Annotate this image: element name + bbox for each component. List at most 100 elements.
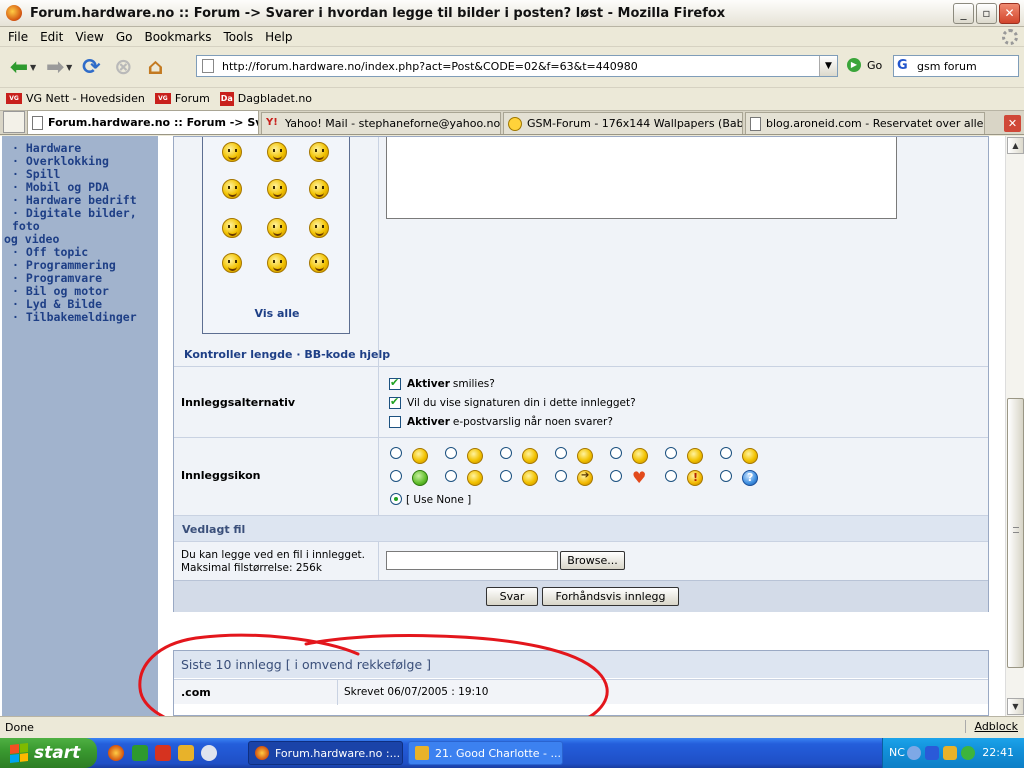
vis-alle-link[interactable]: Vis alle — [203, 307, 351, 320]
post-icon-radio[interactable] — [555, 470, 567, 482]
smiley-wink-icon[interactable] — [222, 179, 242, 199]
post-icon-radio[interactable] — [500, 470, 512, 482]
table-row: .com Skrevet 06/07/2005 : 19:10 — [174, 679, 988, 705]
menu-view[interactable]: View — [75, 30, 103, 44]
smiley-smile-icon[interactable] — [309, 253, 329, 273]
go-button[interactable]: ▶ Go — [847, 58, 882, 72]
post-textarea[interactable] — [386, 137, 897, 219]
security-icon[interactable] — [961, 746, 975, 760]
url-history-dropdown-icon[interactable]: ▼ — [819, 56, 837, 76]
post-icon-radio[interactable] — [720, 470, 732, 482]
post-icon-radio[interactable] — [445, 470, 457, 482]
submit-reply-button[interactable]: Svar — [486, 587, 538, 606]
post-icon-radio[interactable] — [665, 470, 677, 482]
menu-edit[interactable]: Edit — [40, 30, 63, 44]
post-icon-question — [742, 470, 758, 486]
firefox-quicklaunch-icon[interactable] — [108, 745, 124, 761]
post-icon-radio[interactable] — [665, 447, 677, 459]
messenger-icon[interactable] — [943, 746, 957, 760]
menu-file[interactable]: File — [8, 30, 28, 44]
smiley-angel-icon[interactable] — [222, 142, 242, 162]
smiley-confused-icon[interactable] — [267, 142, 287, 162]
post-icon-radio[interactable] — [610, 470, 622, 482]
forward-dropdown-icon[interactable]: ▼ — [66, 63, 72, 72]
scroll-up-arrow-icon[interactable]: ▲ — [1007, 137, 1024, 154]
post-icon-cool — [522, 470, 538, 486]
maximize-button[interactable]: ▫ — [976, 3, 997, 24]
sidebar-link-tilbakemeldinger[interactable]: · Tilbakemeldinger — [12, 311, 158, 324]
option-email-notify[interactable]: Aktiver e-postvarslig når noen svarer? — [389, 416, 613, 428]
controls-links[interactable]: Kontroller lengde · BB-kode hjelp — [184, 348, 390, 361]
menu-go[interactable]: Go — [116, 30, 133, 44]
smiley-tongue-icon[interactable] — [222, 218, 242, 238]
tab-gsm-forum[interactable]: GSM-Forum - 176x144 Wallpapers (Babes) — [503, 112, 743, 134]
smiley-laugh-icon[interactable] — [309, 179, 329, 199]
post-icon-radio[interactable] — [720, 447, 732, 459]
tab-forum-hardware[interactable]: Forum.hardware.no :: Forum -> Sva... — [27, 110, 259, 134]
menu-tools[interactable]: Tools — [224, 30, 254, 44]
email-notify-checkbox[interactable] — [389, 416, 401, 428]
browse-button[interactable]: Browse... — [560, 551, 625, 570]
smiley-sleepy-icon[interactable] — [222, 253, 242, 273]
adblock-link[interactable]: Adblock — [965, 720, 1018, 733]
menu-bookmarks[interactable]: Bookmarks — [144, 30, 211, 44]
new-tab-icon[interactable] — [3, 111, 25, 133]
app-quicklaunch-icon[interactable] — [155, 745, 171, 761]
bookmark-dagbladet[interactable]: Da Dagbladet.no — [219, 91, 312, 106]
file-path-input[interactable] — [386, 551, 558, 570]
taskbar-winamp-window[interactable]: 21. Good Charlotte - ... — [408, 741, 563, 765]
tray-expand-icon[interactable] — [907, 746, 921, 760]
scrollbar-thumb[interactable] — [1007, 398, 1024, 668]
windows-logo-icon — [10, 743, 28, 763]
smiley-surprised-icon[interactable] — [267, 253, 287, 273]
minimize-button[interactable]: _ — [953, 3, 974, 24]
post-icon-radio[interactable] — [500, 447, 512, 459]
post-icon-radio[interactable] — [555, 447, 567, 459]
tab-yahoo-mail[interactable]: Y! Yahoo! Mail - stephaneforne@yahoo.no — [261, 112, 501, 134]
use-none-radio[interactable] — [390, 493, 402, 505]
url-bar[interactable]: http://forum.hardware.no/index.php?act=P… — [196, 55, 838, 77]
taskbar-firefox-window[interactable]: Forum.hardware.no :... — [248, 741, 403, 765]
post-author[interactable]: .com — [181, 686, 211, 699]
smiley-cheer-icon[interactable] — [267, 179, 287, 199]
tab-blog-aroneid[interactable]: blog.aroneid.com - Reservatet over alle … — [745, 112, 985, 134]
smiley-unsure-icon[interactable] — [267, 218, 287, 238]
reload-icon[interactable]: ⟳ — [78, 54, 104, 80]
back-arrow-icon[interactable]: ⬅ — [6, 54, 32, 80]
network-icon[interactable] — [925, 746, 939, 760]
post-icon-radio[interactable] — [390, 470, 402, 482]
scroll-down-arrow-icon[interactable]: ▼ — [1007, 698, 1024, 715]
media-player-quicklaunch-icon[interactable] — [201, 745, 217, 761]
bookmark-vg-nett[interactable]: VG VG Nett - Hovedsiden — [6, 92, 145, 105]
option-enable-smilies[interactable]: Aktiver smilies? — [389, 376, 495, 390]
home-icon[interactable]: ⌂ — [142, 54, 168, 80]
option-show-signature[interactable]: Vil du vise signaturen din i dette innle… — [389, 395, 636, 409]
start-button[interactable]: start — [0, 738, 97, 768]
smiley-thinking-icon[interactable] — [309, 218, 329, 238]
smilies-checkbox[interactable] — [389, 376, 401, 390]
vertical-scrollbar[interactable]: ▲ ▼ — [1005, 136, 1024, 716]
menu-help[interactable]: Help — [265, 30, 292, 44]
post-icon-radio[interactable] — [390, 447, 402, 459]
post-icon-exclamation — [687, 470, 703, 486]
post-icon-radio[interactable] — [610, 447, 622, 459]
google-icon[interactable]: G — [897, 58, 913, 74]
bookmark-forum[interactable]: VG Forum — [154, 92, 210, 105]
url-text[interactable]: http://forum.hardware.no/index.php?act=P… — [222, 60, 638, 73]
back-dropdown-icon[interactable]: ▼ — [30, 63, 36, 72]
close-button[interactable]: ✕ — [999, 3, 1020, 24]
main-content: Vis alle Kontroller lengde · BB-kode hje… — [172, 136, 990, 716]
smiley-thumbsup-icon[interactable] — [309, 142, 329, 162]
calculator-quicklaunch-icon[interactable] — [132, 745, 148, 761]
signature-checkbox[interactable] — [389, 395, 401, 409]
preview-post-button[interactable]: Forhåndsvis innlegg — [542, 587, 679, 606]
language-indicator[interactable]: NC — [889, 746, 905, 759]
search-input[interactable]: G gsm forum — [893, 55, 1019, 77]
sidebar-link-digitale-bilder[interactable]: · Digitale bilder, foto — [12, 207, 158, 233]
stop-icon[interactable]: ⊗ — [110, 54, 136, 80]
attachment-header: Vedlagt fil — [174, 515, 988, 542]
close-tab-icon[interactable]: ✕ — [1004, 115, 1021, 132]
winamp-quicklaunch-icon[interactable] — [178, 745, 194, 761]
post-icon-radio[interactable] — [445, 447, 457, 459]
forward-arrow-icon[interactable]: ➡ — [42, 54, 68, 80]
